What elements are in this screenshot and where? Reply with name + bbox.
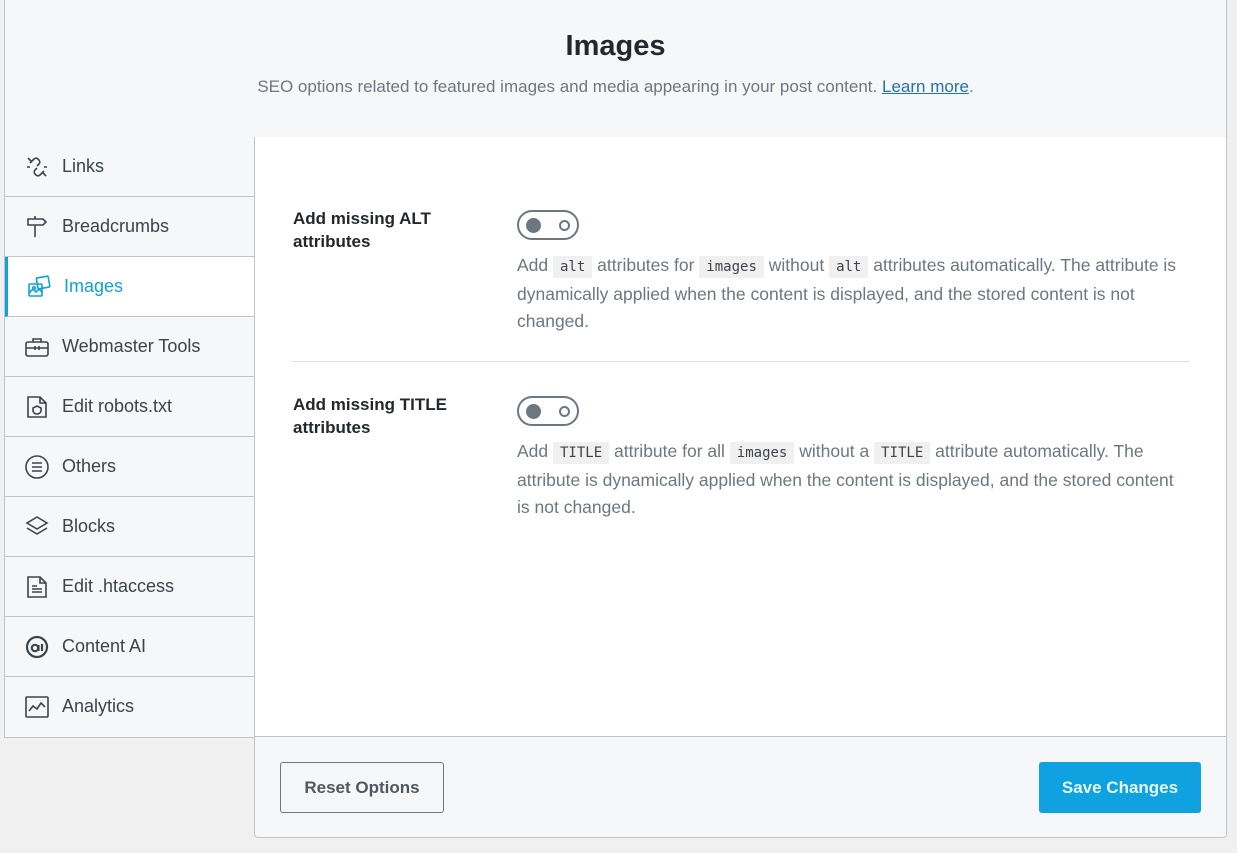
sidebar-item-label: Others: [62, 456, 117, 476]
desc-text: without: [763, 255, 830, 275]
sidebar-item-label: Breadcrumbs: [62, 216, 170, 236]
sidebar-item-links[interactable]: Links: [5, 137, 255, 197]
sidebar-item-label: Edit .htaccess: [62, 576, 175, 596]
link-icon: [23, 153, 51, 181]
desc-text: Add: [517, 255, 553, 275]
alt-attributes-toggle[interactable]: [517, 210, 579, 240]
sidebar-item-breadcrumbs[interactable]: Breadcrumbs: [5, 197, 255, 257]
title-attributes-toggle[interactable]: [517, 396, 579, 426]
sidebar-item-webmaster-tools[interactable]: Webmaster Tools: [5, 317, 255, 377]
analytics-icon: [23, 693, 51, 721]
sidebar-item-others[interactable]: Others: [5, 437, 255, 497]
page-subtitle: SEO options related to featured images a…: [5, 77, 1226, 97]
sidebar-item-label: Webmaster Tools: [62, 336, 201, 356]
settings-panel: Add missing ALT attributes Add alt attri…: [254, 137, 1227, 838]
toggle-off-indicator: [559, 406, 570, 417]
toolbox-icon: [23, 333, 51, 361]
sidebar-item-label: Images: [64, 276, 124, 296]
desc-text: without a: [794, 441, 875, 461]
desc-code: alt: [829, 256, 869, 278]
signpost-icon: [23, 213, 51, 241]
sidebar-item-label: Analytics: [62, 696, 135, 716]
sidebar-item-blocks[interactable]: Blocks: [5, 497, 255, 557]
settings-divider: [293, 361, 1189, 362]
sidebar-item-label: Content AI: [62, 636, 147, 656]
toggle-knob: [526, 218, 541, 233]
sidebar-item-analytics[interactable]: Analytics: [5, 677, 255, 736]
sidebar-item-images[interactable]: Images: [5, 257, 256, 317]
content-ai-icon: [23, 633, 51, 661]
htaccess-file-icon: [23, 573, 51, 601]
blocks-icon: [23, 513, 51, 541]
desc-code: images: [729, 442, 795, 464]
desc-code: alt: [553, 256, 593, 278]
subtitle-period: .: [968, 77, 974, 96]
sidebar-item-label: Blocks: [62, 516, 116, 536]
images-icon: [25, 273, 53, 301]
list-circle-icon: [23, 453, 51, 481]
sidebar-item-edit-htaccess[interactable]: Edit .htaccess: [5, 557, 255, 617]
settings-sidebar: Links Breadcrumbs Images Webmaster Tools…: [4, 137, 256, 738]
learn-more-link[interactable]: Learn more: [882, 77, 969, 96]
desc-code: TITLE: [874, 442, 931, 464]
toggle-off-indicator: [559, 220, 570, 231]
toggle-knob: [526, 404, 541, 419]
page-header: Images SEO options related to featured i…: [4, 0, 1227, 138]
subtitle-text: SEO options related to featured images a…: [257, 77, 878, 96]
desc-text: attribute for all: [609, 441, 730, 461]
setting-description: Add alt attributes for images without al…: [517, 252, 1187, 335]
sidebar-item-edit-robots[interactable]: Edit robots.txt: [5, 377, 255, 437]
sidebar-item-label: Links: [62, 156, 105, 176]
desc-code: TITLE: [553, 442, 610, 464]
save-changes-button[interactable]: Save Changes: [1039, 762, 1201, 813]
page-title: Images: [565, 30, 666, 62]
setting-description: Add TITLE attribute for all images witho…: [517, 438, 1187, 521]
sidebar-item-content-ai[interactable]: Content AI: [5, 617, 255, 677]
sidebar-item-label: Edit robots.txt: [62, 396, 173, 416]
setting-label: Add missing ALT attributes: [293, 209, 431, 251]
settings-footer: Reset Options Save Changes: [255, 736, 1226, 837]
desc-text: attributes for: [592, 255, 700, 275]
desc-text: Add: [517, 441, 553, 461]
robots-file-icon: [23, 393, 51, 421]
setting-label: Add missing TITLE attributes: [293, 395, 447, 437]
reset-options-button[interactable]: Reset Options: [280, 762, 444, 813]
desc-code: images: [699, 256, 764, 278]
